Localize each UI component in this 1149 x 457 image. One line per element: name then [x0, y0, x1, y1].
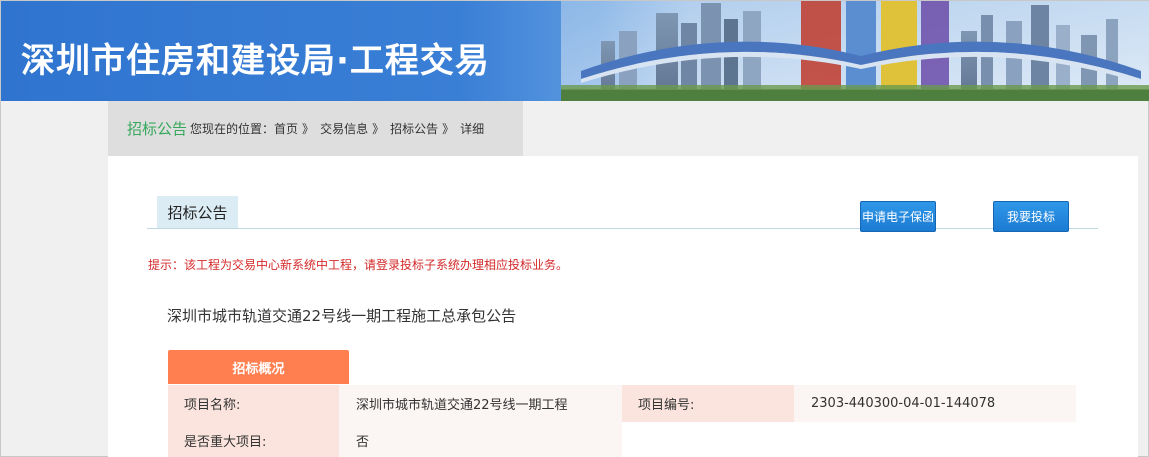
breadcrumb-link-trade-info[interactable]: 交易信息 — [320, 120, 368, 137]
system-tip-text: 提示：该工程为交易中心新系统中工程，请登录投标子系统办理相应投标业务。 — [148, 258, 569, 272]
breadcrumb-link-home[interactable]: 首页 — [274, 120, 298, 137]
breadcrumb-link-tender-notice[interactable]: 招标公告 — [390, 120, 438, 137]
breadcrumb-separator: 》 — [442, 122, 455, 136]
major-project-label: 是否重大项目: — [168, 422, 339, 457]
project-name-value: 深圳市城市轨道交通22号线一期工程 — [339, 385, 622, 422]
breadcrumb-section-label: 招标公告 — [127, 120, 188, 138]
info-row: 是否重大项目: 否 — [168, 422, 622, 457]
major-project-value: 否 — [339, 422, 622, 457]
overview-section-heading: 招标概况 — [168, 350, 349, 384]
content-panel: 招标公告 申请电子保函 我要投标 提示：该工程为交易中心新系统中工程，请登录投标… — [108, 156, 1138, 457]
city-skyline-image — [561, 1, 1149, 101]
tab-divider — [147, 228, 1098, 229]
breadcrumb-separator: 》 — [302, 122, 315, 136]
breadcrumb-current: 详细 — [460, 122, 485, 136]
breadcrumb-prefix: 您现在的位置： — [190, 122, 275, 136]
apply-e-guarantee-button[interactable]: 申请电子保函 — [860, 201, 936, 232]
breadcrumb: 招标公告 您现在的位置： 首页 》 交易信息 》 招标公告 》 详细 — [108, 101, 523, 156]
project-number-label: 项目编号: — [622, 385, 794, 422]
breadcrumb-separator: 》 — [372, 122, 385, 136]
site-title: 深圳市住房和建设局·工程交易 — [21, 41, 490, 81]
tab-tender-notice[interactable]: 招标公告 — [157, 196, 238, 228]
project-name-label: 项目名称: — [168, 385, 339, 422]
header-banner: 深圳市住房和建设局·工程交易 — [1, 1, 1149, 101]
notice-title: 深圳市城市轨道交通22号线一期工程施工总承包公告 — [167, 307, 517, 325]
submit-bid-button[interactable]: 我要投标 — [993, 201, 1069, 232]
info-row: 项目名称: 深圳市城市轨道交通22号线一期工程 项目编号: 2303-44030… — [168, 385, 1076, 422]
project-number-value: 2303-440300-04-01-144078 — [794, 385, 1076, 422]
